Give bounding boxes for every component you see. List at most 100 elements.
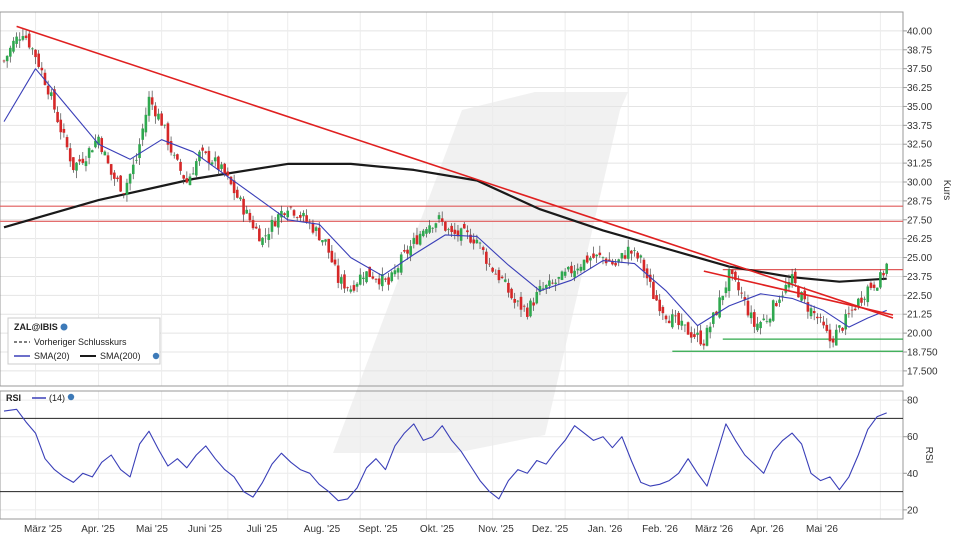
- candle-body: [84, 161, 88, 167]
- candle-body: [220, 164, 223, 169]
- candle-body: [838, 325, 841, 328]
- candle-body: [295, 217, 299, 219]
- candle-body: [809, 308, 813, 317]
- candle-body: [62, 128, 66, 133]
- candle-body: [623, 255, 627, 259]
- candle-body: [510, 288, 513, 299]
- price-tick-label: 30.00: [907, 178, 932, 189]
- rsi-settings-icon[interactable]: [67, 393, 75, 401]
- candle-body: [125, 182, 129, 195]
- candle-body: [589, 257, 592, 261]
- price-tick-label: 17.500: [907, 366, 938, 377]
- candle-body: [135, 159, 138, 161]
- settings-icon[interactable]: [152, 352, 160, 360]
- candle-body: [812, 310, 816, 314]
- candle-body: [749, 312, 753, 319]
- candle-body: [674, 315, 677, 317]
- candle-body: [276, 214, 280, 228]
- candle-body: [689, 332, 693, 338]
- candle-body: [147, 96, 151, 116]
- candle-body: [349, 289, 353, 292]
- candle-body: [352, 285, 356, 291]
- candle-body: [614, 262, 617, 266]
- candle-body: [172, 154, 176, 156]
- candle-body: [160, 113, 163, 126]
- candle-body: [103, 151, 107, 156]
- time-tick-label: Apr. '26: [750, 524, 784, 535]
- time-tick-label: März '25: [24, 524, 62, 535]
- price-tick-label: 25.00: [907, 253, 932, 264]
- candle-body: [217, 156, 220, 170]
- candle-body: [626, 246, 630, 259]
- candle-body: [242, 198, 245, 215]
- candle-body: [699, 330, 702, 345]
- candle-body: [677, 312, 680, 326]
- legend-prevclose-label: Vorheriger Schlusskurs: [34, 337, 127, 347]
- candle-body: [529, 300, 532, 317]
- info-icon[interactable]: [60, 323, 68, 331]
- candle-body: [390, 272, 394, 282]
- candle-body: [421, 230, 425, 237]
- candle-body: [128, 174, 132, 184]
- candle-body: [195, 161, 198, 176]
- candle-body: [409, 246, 412, 256]
- candle-body: [154, 105, 157, 117]
- candle-body: [667, 320, 671, 324]
- candle-body: [157, 113, 160, 120]
- candle-body: [34, 49, 37, 58]
- candle-body: [346, 287, 349, 289]
- candle-body: [273, 221, 277, 227]
- candle-body: [708, 326, 712, 333]
- candle-body: [412, 237, 416, 244]
- candle-body: [797, 286, 800, 298]
- candle-body: [201, 147, 204, 151]
- candle-body: [658, 299, 662, 312]
- rsi-tick-label: 80: [907, 396, 919, 407]
- candle-body: [481, 247, 485, 250]
- candle-body: [721, 295, 725, 301]
- candle-body: [762, 318, 766, 321]
- candle-body: [784, 284, 788, 293]
- candle-body: [141, 128, 145, 140]
- time-tick-label: Sept. '25: [358, 524, 398, 535]
- candle-body: [49, 92, 53, 97]
- candle-body: [223, 163, 226, 174]
- candle-body: [355, 283, 359, 287]
- candle-body: [72, 157, 75, 171]
- candle-body: [507, 282, 510, 293]
- candle-body: [109, 164, 113, 175]
- candle-body: [850, 309, 854, 311]
- candle-body: [727, 269, 731, 292]
- price-axis-label: Kurs: [941, 180, 952, 201]
- candle-body: [494, 273, 498, 275]
- legend-sma20-label: SMA(20): [34, 351, 70, 361]
- candle-body: [503, 279, 507, 282]
- candle-body: [737, 282, 740, 291]
- price-tick-label: 27.50: [907, 215, 932, 226]
- candle-body: [472, 239, 476, 244]
- price-tick-label: 37.50: [907, 64, 932, 75]
- time-tick-label: Feb. '26: [642, 524, 678, 535]
- rsi-axis-label: RSI: [923, 447, 934, 464]
- candle-body: [122, 193, 126, 195]
- price-tick-label: 36.25: [907, 83, 932, 94]
- candle-body: [869, 282, 873, 288]
- candle-body: [31, 48, 34, 50]
- candle-body: [18, 39, 22, 41]
- candle-body: [633, 250, 636, 252]
- candle-body: [371, 276, 375, 279]
- candle-body: [718, 297, 721, 318]
- candle-body: [664, 315, 668, 320]
- candle-body: [775, 303, 778, 307]
- time-tick-label: Apr. '25: [81, 524, 115, 535]
- time-tick-label: Okt. '25: [420, 524, 455, 535]
- candle-body: [768, 318, 772, 323]
- candle-body: [740, 292, 743, 294]
- candle-body: [374, 278, 378, 280]
- candle-body: [65, 137, 69, 148]
- legend-symbol: ZAL@IBIS: [14, 322, 58, 332]
- candle-body: [636, 252, 639, 259]
- candle-body: [570, 265, 573, 274]
- candle-body: [885, 263, 888, 274]
- candle-body: [630, 250, 633, 254]
